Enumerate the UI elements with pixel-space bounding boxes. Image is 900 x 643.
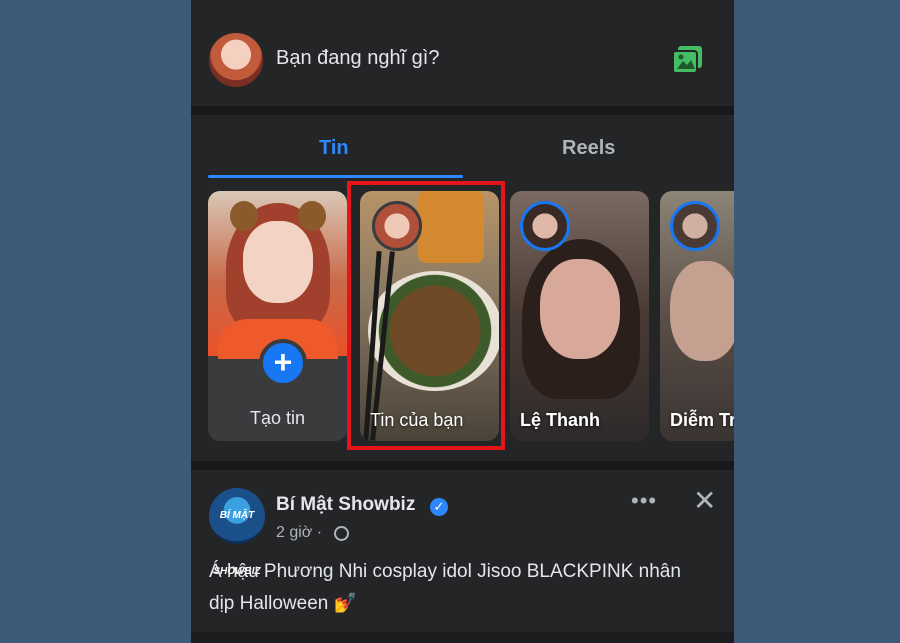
create-story-card[interactable]: + Tạo tin: [208, 191, 347, 441]
friend-story-card[interactable]: Diễm Tri: [660, 191, 734, 441]
story-thumbnail: [208, 191, 347, 359]
highlight-box: [347, 181, 505, 450]
avatar: [670, 201, 720, 251]
composer-input[interactable]: Bạn đang nghĩ gì?: [276, 47, 439, 70]
active-tab-indicator: [208, 175, 463, 178]
avatar[interactable]: [209, 33, 263, 87]
tab-tin[interactable]: Tin: [319, 137, 349, 160]
divider: [191, 461, 734, 470]
story-thumbnail: [670, 261, 734, 361]
avatar: [520, 201, 570, 251]
story-label: Diễm Tri: [670, 410, 734, 430]
add-story-icon[interactable]: +: [259, 339, 307, 387]
story-label: Tạo tin: [249, 408, 306, 428]
story-label: Lệ Thanh: [520, 410, 600, 430]
photo-icon[interactable]: [673, 46, 703, 74]
close-icon[interactable]: ✕: [693, 487, 716, 515]
tab-reels[interactable]: Reels: [562, 137, 615, 160]
post-media-preview[interactable]: [191, 632, 734, 643]
post-composer: Bạn đang nghĩ gì?: [191, 18, 734, 106]
post-timestamp[interactable]: 2 giờ ·: [276, 524, 322, 542]
divider: [191, 106, 734, 115]
page-name[interactable]: Bí Mật Showbiz: [276, 494, 415, 516]
post-text: Á hậu Phương Nhi cosplay idol Jisoo BLAC…: [209, 561, 681, 614]
more-options-icon[interactable]: •••: [631, 488, 657, 514]
verified-icon: ✓: [430, 498, 448, 516]
story-thumbnail: [540, 259, 620, 359]
globe-icon: [334, 526, 349, 541]
page-avatar[interactable]: BÍ MẬT SHOWBIZ: [209, 488, 265, 577]
friend-story-card[interactable]: Lệ Thanh: [510, 191, 649, 441]
